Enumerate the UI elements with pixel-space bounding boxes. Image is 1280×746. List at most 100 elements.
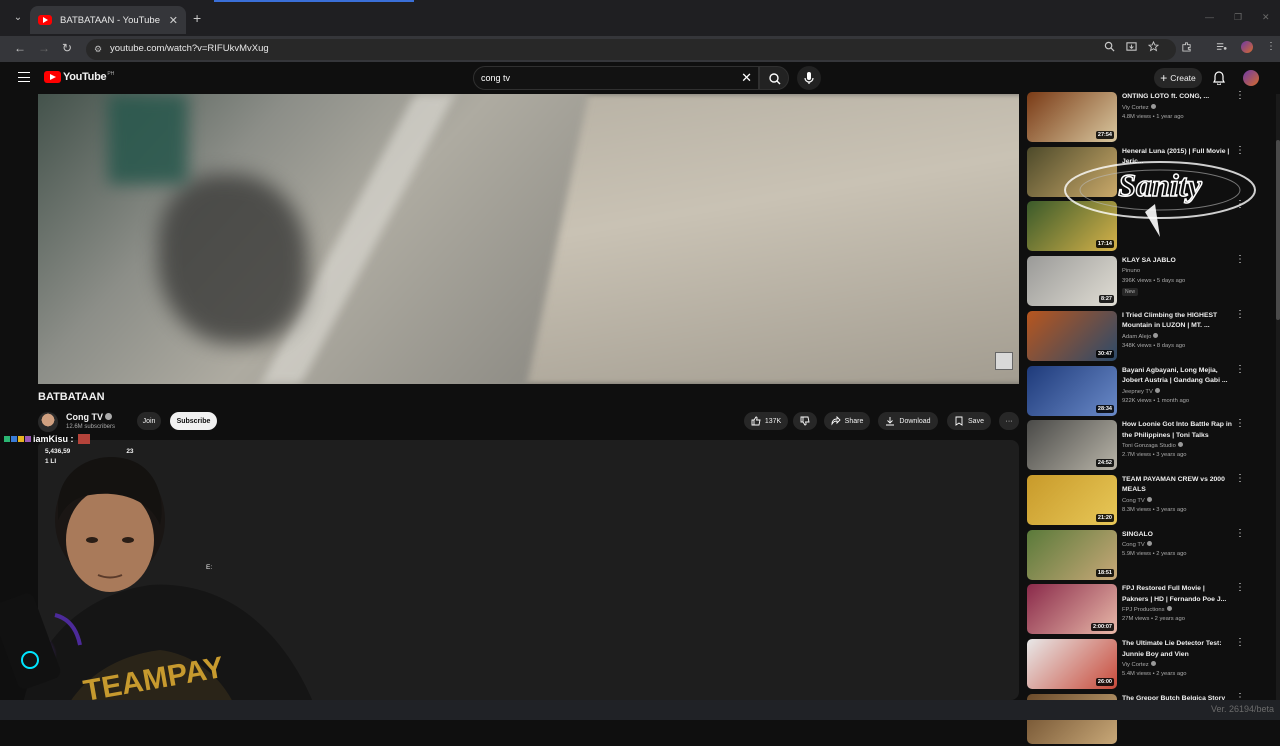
recommended-title[interactable]: Bayani Agbayani, Long Mejia, Jobert Aust… [1122, 366, 1232, 387]
recommended-channel[interactable]: Toni Gonzaga Studio [1122, 442, 1183, 449]
kebab-menu-icon[interactable]: ⋮ [1235, 309, 1245, 319]
video-player[interactable] [38, 94, 1019, 384]
recommended-channel-name[interactable]: Viy Cortez [1122, 105, 1149, 111]
video-thumbnail[interactable]: 18:51 [1027, 529, 1117, 580]
video-thumbnail[interactable]: 26:00 [1027, 639, 1117, 689]
recommended-channel[interactable]: Pinuno [1122, 268, 1140, 274]
search-input[interactable]: cong tv ✕ [473, 66, 759, 90]
recommended-channel[interactable]: Cong TV [1122, 496, 1152, 504]
install-app-icon[interactable] [1126, 41, 1137, 52]
recommended-video[interactable]: 28:34 Bayani Agbayani, Long Mejia, Jobert… [1027, 364, 1253, 418]
tab-search-icon[interactable]: ⌄ [10, 10, 26, 26]
new-tab-button[interactable]: + [193, 10, 201, 26]
download-button[interactable]: Download [878, 412, 938, 430]
channel-avatar[interactable] [38, 412, 58, 432]
download-icon [886, 417, 895, 426]
browser-tab-active[interactable]: BATBATAAN - YouTube ✕ [30, 6, 186, 34]
recommended-channel-name[interactable]: Cong TV [1122, 542, 1145, 548]
video-thumbnail[interactable]: 2:00:07 [1027, 584, 1117, 635]
video-thumbnail[interactable]: 8:27 [1027, 256, 1117, 307]
minimize-icon[interactable]: — [1205, 12, 1214, 22]
recommended-video[interactable]: 21:20 TEAM PAYAMAN CREW vs 2000 MEALS Cong… [1027, 473, 1253, 527]
url-text[interactable]: youtube.com/watch?v=RIFUkvMvXug [110, 43, 269, 54]
kebab-menu-icon[interactable]: ⋮ [1235, 364, 1245, 374]
extensions-icon[interactable] [1181, 41, 1192, 52]
download-label: Download [899, 417, 931, 425]
chrome-menu-icon[interactable]: ⋮ [1266, 41, 1276, 52]
more-actions-button[interactable]: ··· [999, 412, 1019, 430]
maximize-icon[interactable]: ❐ [1234, 12, 1242, 23]
back-button[interactable]: ← [14, 41, 26, 55]
sidebar-scrollbar-thumb[interactable] [1276, 140, 1280, 320]
recommended-title[interactable]: FPJ Restored Full Movie | Pakners | HD |… [1122, 584, 1232, 605]
recommended-channel-name[interactable]: FPJ Productions [1122, 607, 1165, 613]
video-thumbnail[interactable]: 24:52 [1027, 420, 1117, 471]
recommended-channel[interactable]: Jeepney TV [1122, 387, 1160, 395]
recommended-video[interactable]: 8:27 KLAY SA JABLO Pinuno 396K views • 5 da… [1027, 255, 1253, 308]
voice-search-button[interactable] [797, 66, 821, 90]
channel-name[interactable]: Cong TV [66, 412, 103, 422]
profile-avatar-icon[interactable] [1241, 41, 1253, 53]
tab-close-icon[interactable]: ✕ [169, 14, 178, 27]
like-button[interactable]: 137K [744, 412, 788, 430]
recommended-video[interactable]: 24:52 How Loonie Got Into Battle Rap in t… [1027, 419, 1253, 472]
recommended-title[interactable]: TEAM PAYAMAN CREW vs 2000 MEALS [1122, 475, 1232, 496]
notifications-bell-icon[interactable] [1213, 71, 1225, 85]
forward-button[interactable]: → [38, 41, 50, 55]
menu-icon[interactable] [18, 72, 30, 82]
recommended-title[interactable]: SINGALO [1122, 530, 1232, 541]
clear-search-icon[interactable]: ✕ [741, 70, 752, 86]
recommended-title[interactable]: KLAY SA JABLO [1122, 256, 1232, 267]
recommended-channel[interactable]: Viy Cortez [1122, 103, 1156, 111]
kebab-menu-icon[interactable]: ⋮ [1235, 528, 1245, 538]
kebab-menu-icon[interactable]: ⋮ [1235, 255, 1245, 265]
recommended-channel-name[interactable]: Jeepney TV [1122, 389, 1153, 395]
recommended-video[interactable]: 2:00:07 FPJ Restored Full Movie | Pakners… [1027, 583, 1253, 636]
recommended-channel-name[interactable]: Adam Alejo [1122, 334, 1151, 340]
create-button[interactable]: + Create [1154, 68, 1202, 88]
subscribe-button[interactable]: Subscribe [170, 412, 217, 430]
recommended-channel[interactable]: FPJ Productions [1122, 606, 1172, 613]
channel-watermark-icon[interactable] [995, 352, 1013, 370]
kebab-menu-icon[interactable]: ⋮ [1235, 638, 1245, 648]
recommended-channel-name[interactable]: Cong TV [1122, 498, 1145, 504]
kebab-menu-icon[interactable]: ⋮ [1235, 583, 1245, 593]
window-close-icon[interactable]: ✕ [1262, 12, 1270, 23]
account-avatar[interactable] [1243, 70, 1259, 86]
omnibox[interactable]: ⚙ youtube.com/watch?v=RIFUkvMvXug [86, 39, 1176, 60]
join-button[interactable]: Join [137, 412, 161, 430]
kebab-menu-icon[interactable]: ⋮ [1235, 91, 1245, 101]
video-thumbnail[interactable]: 28:34 [1027, 365, 1117, 416]
bookmark-star-icon[interactable] [1148, 41, 1159, 52]
recommended-title[interactable]: The Ultimate Lie Detector Test: Junnie B… [1122, 639, 1232, 660]
kebab-menu-icon[interactable]: ⋮ [1235, 473, 1245, 483]
save-button[interactable]: Save [947, 412, 991, 430]
recommended-channel-name[interactable]: Viy Cortez [1122, 662, 1149, 668]
reload-button[interactable]: ↻ [62, 41, 72, 55]
duration-badge: 26:00 [1095, 678, 1114, 686]
video-thumbnail[interactable]: 27:54 [1027, 92, 1117, 142]
video-thumbnail[interactable]: 30:47 [1027, 310, 1117, 361]
recommended-video[interactable]: 18:51 SINGALO Cong TV 5.9M views • 2 years … [1027, 528, 1253, 582]
recommended-video[interactable]: 26:00 The Ultimate Lie Detector Test: Jun… [1027, 638, 1253, 691]
dislike-button[interactable] [793, 412, 817, 430]
recommended-channel-name[interactable]: Toni Gonzaga Studio [1122, 443, 1176, 449]
site-info-icon[interactable]: ⚙ [94, 44, 102, 55]
youtube-logo[interactable]: YouTube PH [44, 71, 114, 83]
recommended-title[interactable]: ONTING LOTO ft. CONG, ... [1122, 92, 1232, 103]
recommended-video[interactable]: 30:47 I Tried Climbing the HIGHEST Mounta… [1027, 309, 1253, 363]
recommended-channel[interactable]: Cong TV [1122, 541, 1152, 548]
zoom-icon[interactable] [1104, 41, 1115, 52]
media-control-icon[interactable] [1216, 41, 1227, 52]
recommended-channel-name[interactable]: Pinuno [1122, 268, 1140, 274]
video-thumbnail[interactable]: 21:20 [1027, 474, 1117, 525]
recommended-title[interactable]: How Loonie Got Into Battle Rap in the Ph… [1122, 420, 1232, 441]
recommended-title[interactable]: I Tried Climbing the HIGHEST Mountain in… [1122, 311, 1232, 332]
share-button[interactable]: Share [824, 412, 870, 430]
recommended-channel[interactable]: Viy Cortez [1122, 661, 1156, 668]
search-button[interactable] [759, 66, 789, 90]
channel-name-wrap[interactable]: Cong TV [66, 412, 112, 422]
recommended-channel[interactable]: Adam Alejo [1122, 332, 1159, 340]
recommended-video[interactable]: 27:54 ONTING LOTO ft. CONG, ... Viy Cortez… [1027, 91, 1253, 144]
kebab-menu-icon[interactable]: ⋮ [1235, 419, 1245, 429]
